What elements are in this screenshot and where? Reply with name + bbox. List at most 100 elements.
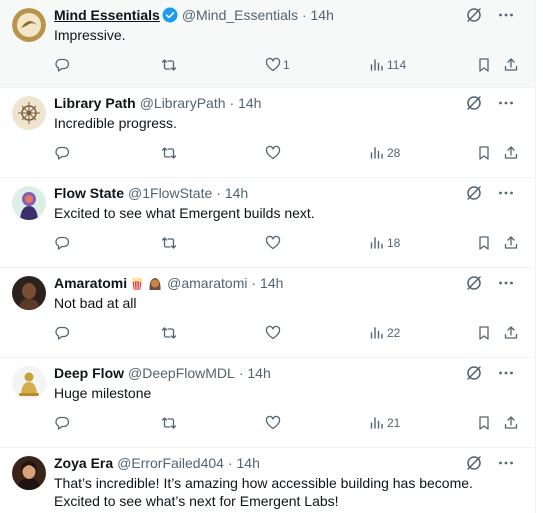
views-icon bbox=[370, 59, 383, 71]
heart-icon bbox=[265, 57, 281, 72]
more-icon[interactable] bbox=[497, 94, 515, 112]
avatar[interactable] bbox=[12, 186, 46, 220]
views-button[interactable]: 114 bbox=[369, 56, 406, 74]
reply-text: Incredible progress. bbox=[54, 115, 177, 131]
retweet-icon bbox=[161, 237, 177, 249]
timestamp[interactable]: · 14h bbox=[216, 184, 248, 202]
view-count: 21 bbox=[387, 416, 401, 430]
author-handle[interactable]: @DeepFlowMDL bbox=[128, 364, 235, 382]
reply-item[interactable]: Library Path @LibraryPath · 14h Incredib… bbox=[0, 88, 535, 178]
reply-icon bbox=[55, 326, 70, 340]
share-button[interactable] bbox=[503, 414, 519, 432]
bookmark-icon bbox=[479, 326, 489, 340]
views-button[interactable]: 28 bbox=[369, 144, 400, 162]
avatar[interactable] bbox=[12, 8, 46, 42]
timestamp[interactable]: · 14h bbox=[230, 94, 262, 112]
author-name[interactable]: Mind Essentials bbox=[54, 6, 160, 24]
views-button[interactable]: 22 bbox=[369, 324, 400, 342]
author-handle[interactable]: @1FlowState bbox=[128, 184, 212, 202]
reply-icon bbox=[55, 416, 70, 430]
author-name[interactable]: Zoya Era bbox=[54, 454, 113, 472]
avatar[interactable] bbox=[12, 366, 46, 400]
author-handle[interactable]: @LibraryPath bbox=[140, 94, 226, 112]
bookmark-button[interactable] bbox=[476, 234, 492, 252]
like-button[interactable]: 1 bbox=[265, 56, 290, 74]
author-name[interactable]: Flow State bbox=[54, 184, 124, 202]
bookmark-button[interactable] bbox=[476, 144, 492, 162]
views-icon bbox=[370, 417, 383, 429]
grok-icon[interactable] bbox=[465, 6, 483, 24]
like-button[interactable] bbox=[265, 144, 281, 162]
action-bar: 28 bbox=[54, 144, 520, 162]
bookmark-icon bbox=[479, 236, 489, 250]
views-icon bbox=[370, 147, 383, 159]
reply-icon bbox=[55, 146, 70, 160]
reply-text: Not bad at all bbox=[54, 295, 137, 311]
share-button[interactable] bbox=[503, 144, 519, 162]
like-button[interactable] bbox=[265, 414, 281, 432]
heart-icon bbox=[265, 235, 281, 250]
more-icon[interactable] bbox=[497, 364, 515, 382]
more-icon[interactable] bbox=[497, 274, 515, 292]
avatar[interactable] bbox=[12, 96, 46, 130]
share-icon bbox=[504, 326, 518, 339]
views-icon bbox=[370, 327, 383, 339]
share-button[interactable] bbox=[503, 56, 519, 74]
more-icon[interactable] bbox=[497, 454, 515, 472]
share-button[interactable] bbox=[503, 234, 519, 252]
avatar[interactable] bbox=[12, 276, 46, 310]
bookmark-button[interactable] bbox=[476, 324, 492, 342]
grok-icon[interactable] bbox=[465, 94, 483, 112]
reply-item[interactable]: Flow State @1FlowState · 14h Excited to … bbox=[0, 178, 535, 268]
reply-icon bbox=[55, 236, 70, 250]
bookmark-button[interactable] bbox=[476, 414, 492, 432]
reply-button[interactable] bbox=[54, 144, 70, 162]
views-button[interactable]: 18 bbox=[369, 234, 400, 252]
grok-icon[interactable] bbox=[465, 184, 483, 202]
author-name[interactable]: Deep Flow bbox=[54, 364, 124, 382]
woman-emoji-icon bbox=[147, 275, 163, 291]
replies-feed: Mind Essentials @Mind_Essentials · 14h I… bbox=[0, 0, 536, 513]
author-name[interactable]: Amaratomi bbox=[54, 274, 127, 292]
grok-icon[interactable] bbox=[465, 274, 483, 292]
views-button[interactable]: 21 bbox=[369, 414, 400, 432]
bookmark-button[interactable] bbox=[476, 56, 492, 74]
reply-item[interactable]: Mind Essentials @Mind_Essentials · 14h I… bbox=[0, 0, 535, 88]
author-handle[interactable]: @amaratomi bbox=[167, 274, 247, 292]
reply-item[interactable]: Amaratomi @amaratomi · 14h Not bad at al… bbox=[0, 268, 535, 358]
share-button[interactable] bbox=[503, 324, 519, 342]
heart-icon bbox=[265, 415, 281, 430]
reply-item[interactable]: Deep Flow @DeepFlowMDL · 14h Huge milest… bbox=[0, 358, 535, 448]
author-name[interactable]: Library Path bbox=[54, 94, 136, 112]
reply-button[interactable] bbox=[54, 234, 70, 252]
heart-icon bbox=[265, 145, 281, 160]
share-icon bbox=[504, 146, 518, 159]
retweet-button[interactable] bbox=[161, 56, 177, 74]
heart-icon bbox=[265, 325, 281, 340]
grok-icon[interactable] bbox=[465, 364, 483, 382]
reply-button[interactable] bbox=[54, 414, 70, 432]
retweet-button[interactable] bbox=[161, 324, 177, 342]
grok-icon[interactable] bbox=[465, 454, 483, 472]
reply-button[interactable] bbox=[54, 324, 70, 342]
like-button[interactable] bbox=[265, 324, 281, 342]
like-button[interactable] bbox=[265, 234, 281, 252]
avatar[interactable] bbox=[12, 456, 46, 490]
more-icon[interactable] bbox=[497, 6, 515, 24]
author-handle[interactable]: @ErrorFailed404 bbox=[117, 454, 224, 472]
timestamp[interactable]: · 14h bbox=[302, 6, 334, 24]
verified-badge-icon bbox=[162, 7, 178, 23]
action-bar: 21 bbox=[54, 414, 520, 432]
reply-item[interactable]: Zoya Era @ErrorFailed404 · 14h That’s in… bbox=[0, 448, 535, 513]
reply-button[interactable] bbox=[54, 56, 70, 74]
timestamp[interactable]: · 14h bbox=[251, 274, 283, 292]
retweet-button[interactable] bbox=[161, 144, 177, 162]
reply-text: Impressive. bbox=[54, 27, 126, 43]
author-handle[interactable]: @Mind_Essentials bbox=[182, 6, 298, 24]
reply-text: Huge milestone bbox=[54, 385, 152, 401]
retweet-button[interactable] bbox=[161, 414, 177, 432]
timestamp[interactable]: · 14h bbox=[228, 454, 260, 472]
retweet-button[interactable] bbox=[161, 234, 177, 252]
more-icon[interactable] bbox=[497, 184, 515, 202]
timestamp[interactable]: · 14h bbox=[239, 364, 271, 382]
